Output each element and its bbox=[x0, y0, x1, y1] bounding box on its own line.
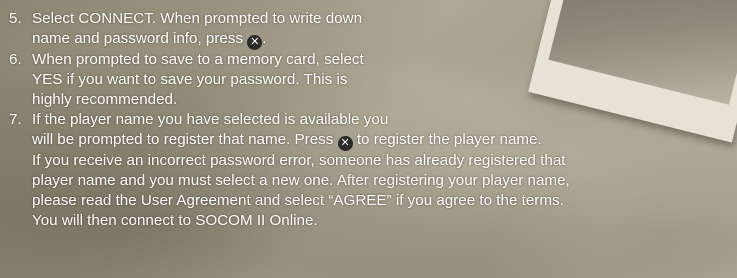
step-line: If you receive an incorrect password err… bbox=[32, 152, 566, 169]
step-line: YES if you want to save your password. T… bbox=[32, 71, 348, 88]
step-line: please read the User Agreement and selec… bbox=[32, 192, 564, 209]
step-number: 7. bbox=[9, 111, 22, 128]
step-line: When prompted to save to a memory card, … bbox=[32, 51, 364, 68]
cross-button-icon: ✕ bbox=[337, 136, 353, 151]
step-line: Select CONNECT. When prompted to write d… bbox=[32, 10, 363, 27]
step-number: 6. bbox=[9, 51, 22, 68]
step-line: will be prompted to register that name. … bbox=[32, 131, 542, 151]
step-number: 5. bbox=[9, 10, 22, 27]
step-line: If the player name you have selected is … bbox=[32, 111, 389, 128]
step-line: highly recommended. bbox=[32, 91, 178, 108]
step-6: 6. When prompted to save to a memory car… bbox=[9, 50, 729, 110]
step-5: 5. Select CONNECT. When prompted to writ… bbox=[9, 9, 729, 50]
instructions-list: 5. Select CONNECT. When prompted to writ… bbox=[9, 9, 729, 231]
cross-button-icon: ✕ bbox=[247, 35, 263, 50]
step-7: 7. If the player name you have selected … bbox=[9, 110, 729, 231]
step-line: name and password info, press ✕. bbox=[32, 30, 267, 50]
step-line: player name and you must select a new on… bbox=[32, 172, 570, 189]
step-line: You will then connect to SOCOM II Online… bbox=[32, 212, 318, 229]
